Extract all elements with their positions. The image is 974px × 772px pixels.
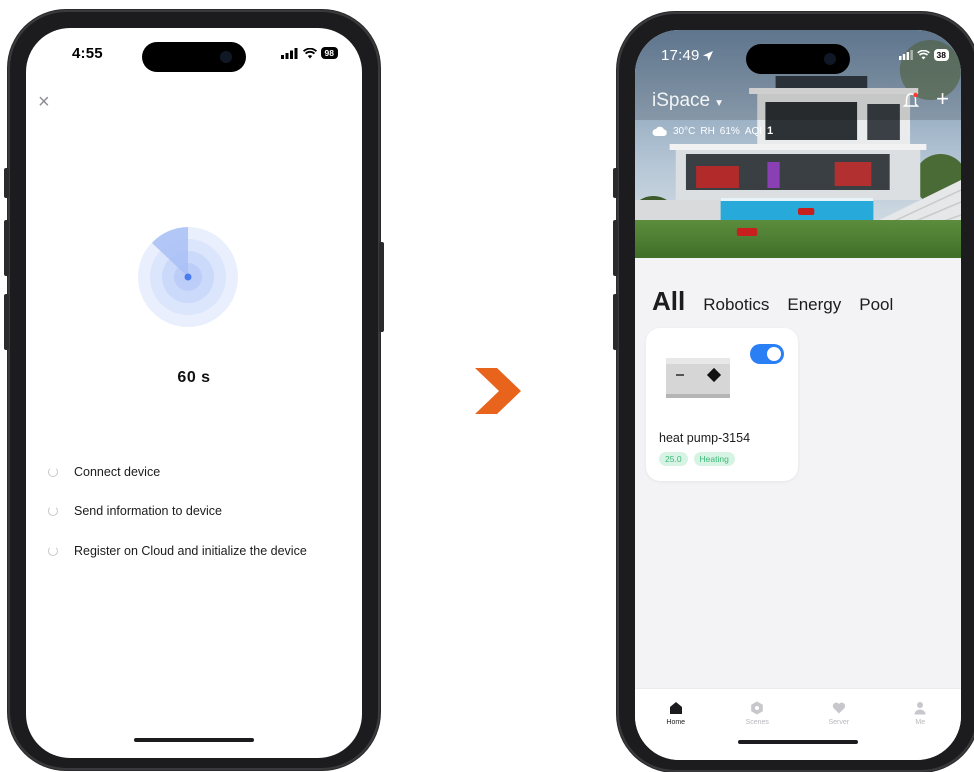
- signal-icon: [280, 47, 298, 59]
- tabbar-scenes[interactable]: Scenes: [727, 701, 787, 760]
- device-name: heat pump-3154: [659, 431, 751, 445]
- heart-icon: [832, 702, 845, 714]
- tabbar-label: Home: [666, 719, 686, 726]
- power-button: [379, 242, 384, 332]
- location-arrow-icon: [703, 51, 713, 61]
- heat-pump-device-image: [666, 358, 730, 398]
- space-selector[interactable]: iSpace ▼: [652, 90, 724, 112]
- mode-badge: Heating: [693, 452, 735, 466]
- volume-up-button: [4, 220, 9, 276]
- step-send-information: Send information to device: [48, 492, 352, 532]
- countdown-timer: 60 s: [177, 369, 211, 386]
- step-label: Register on Cloud and initialize the dev…: [74, 543, 307, 558]
- wifi-icon: [916, 50, 930, 60]
- action-button: [613, 168, 618, 198]
- battery-indicator: 98: [320, 47, 338, 59]
- tabbar-server[interactable]: Server: [809, 701, 869, 760]
- device-power-toggle[interactable]: [750, 344, 784, 364]
- home-indicator: [738, 740, 858, 744]
- status-icons: 98: [280, 47, 338, 59]
- chevron-right-arrow-icon: [475, 368, 521, 414]
- signal-icon: [898, 50, 913, 60]
- step-label: Connect device: [74, 464, 161, 479]
- tabbar-home[interactable]: Home: [646, 701, 706, 760]
- right-screen: 17:49 38 iSpace ▼ + 30°C RH 61% AQI 1 Al…: [635, 30, 961, 760]
- dynamic-island: [142, 42, 246, 72]
- close-button[interactable]: ×: [38, 92, 50, 112]
- space-title: iSpace: [652, 90, 711, 111]
- device-card-heat-pump[interactable]: heat pump-3154 25.0 Heating: [646, 328, 798, 481]
- loading-spinner-icon: [48, 466, 58, 477]
- battery-indicator: 38: [933, 49, 949, 61]
- volume-up-button: [613, 220, 618, 276]
- tabbar-me[interactable]: Me: [890, 701, 950, 760]
- wifi-icon: [302, 47, 317, 58]
- step-register-cloud: Register on Cloud and initialize the dev…: [48, 531, 352, 571]
- home-indicator: [134, 738, 254, 742]
- tabbar-label: Server: [828, 719, 850, 726]
- status-icons: 38: [898, 49, 949, 61]
- step-connect-device: Connect device: [48, 452, 352, 492]
- device-status-badges: 25.0 Heating: [659, 452, 735, 466]
- cloud-icon: [652, 126, 667, 136]
- status-time: 4:55: [72, 45, 103, 62]
- scenes-icon: [751, 701, 764, 715]
- humidity-label: RH: [700, 125, 715, 137]
- person-icon: [914, 702, 926, 715]
- home-icon: [669, 702, 682, 714]
- tabbar-label: Scenes: [745, 719, 769, 726]
- action-button: [4, 168, 9, 198]
- right-phone-frame: 17:49 38 iSpace ▼ + 30°C RH 61% AQI 1 Al…: [613, 12, 974, 772]
- left-screen: 4:55 98 × 60 s Connect device Send infor…: [26, 28, 362, 758]
- notification-bell-icon[interactable]: [903, 92, 919, 110]
- left-phone-frame: 4:55 98 × 60 s Connect device Send infor…: [4, 10, 384, 770]
- status-time: 17:49: [661, 47, 700, 64]
- bottom-tab-bar: Home Scenes Server Me: [635, 688, 961, 760]
- tab-energy[interactable]: Energy: [787, 295, 841, 315]
- scanning-radar-icon: [138, 227, 238, 327]
- volume-down-button: [613, 294, 618, 350]
- add-button[interactable]: +: [936, 88, 949, 110]
- tab-all[interactable]: All: [652, 286, 685, 317]
- temperature-badge: 25.0: [659, 452, 688, 466]
- category-tabs: All Robotics Energy Pool: [652, 286, 893, 317]
- tab-robotics[interactable]: Robotics: [703, 295, 769, 315]
- volume-down-button: [4, 294, 9, 350]
- progress-steps-list: Connect device Send information to devic…: [48, 452, 352, 571]
- aqi-value: 1: [767, 125, 774, 137]
- caret-down-icon: ▼: [714, 98, 725, 109]
- aqi-label: AQI: [744, 125, 763, 137]
- tabbar-label: Me: [915, 719, 926, 726]
- dynamic-island: [746, 44, 850, 74]
- loading-spinner-icon: [48, 545, 58, 556]
- temperature: 30°C: [673, 125, 696, 137]
- weather-bar: 30°C RH 61% AQI 1: [652, 125, 773, 137]
- humidity-value: 61%: [719, 125, 740, 137]
- loading-spinner-icon: [48, 506, 58, 517]
- tab-pool[interactable]: Pool: [859, 295, 893, 315]
- step-label: Send information to device: [74, 504, 223, 519]
